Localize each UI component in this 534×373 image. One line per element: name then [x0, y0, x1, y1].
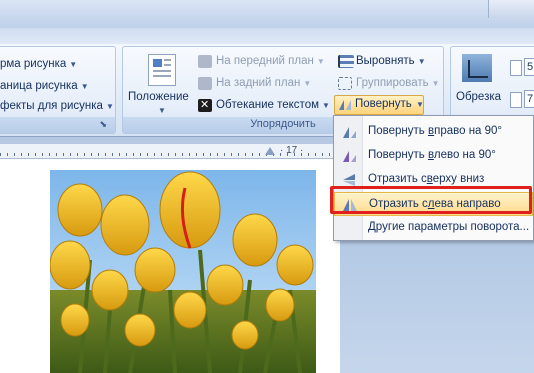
chevron-down-icon: ▼	[322, 101, 330, 110]
menu-item-label: Повернуть влево на 90°	[368, 149, 496, 161]
menu-item-label: Отразить сверху вниз	[368, 173, 485, 185]
menu-item-label: Повернуть вправо на 90°	[368, 125, 503, 137]
align-button[interactable]: Выровнять ▼	[356, 55, 426, 67]
menu-item-rotate-left[interactable]: Повернуть влево на 90°	[334, 144, 533, 168]
chevron-down-icon: ▼	[69, 60, 78, 69]
window-control[interactable]	[488, 0, 534, 18]
dialog-launcher-icon[interactable]: ⬊	[99, 117, 107, 132]
crop-button[interactable]: Обрезка	[456, 91, 501, 103]
text-wrap-button[interactable]: Обтекание текстом ▼	[216, 99, 330, 111]
width-icon	[510, 92, 522, 108]
picture-border-label: аница рисунка	[0, 80, 78, 92]
flip-vertical-icon	[341, 173, 357, 187]
chevron-down-icon: ▼	[105, 102, 114, 111]
height-icon	[510, 60, 522, 76]
bring-front-button[interactable]: На передний план ▼	[216, 55, 325, 67]
menu-item-more-rotation-options[interactable]: Другие параметры поворота...	[334, 216, 533, 240]
position-button[interactable]: Положение	[128, 91, 189, 103]
chevron-down-icon: ▼	[303, 79, 312, 88]
send-back-label: На задний план	[216, 77, 301, 89]
title-bar	[0, 0, 534, 28]
width-input[interactable]: 7	[524, 90, 534, 108]
height-input[interactable]: 5	[524, 58, 534, 76]
rotate-right-icon	[341, 125, 357, 139]
picture-shape-button[interactable]: рма рисунка ▼	[0, 58, 77, 70]
group-icon	[338, 77, 352, 90]
picture-shape-label: рма рисунка	[0, 58, 67, 70]
bring-front-label: На передний план	[216, 55, 314, 67]
rotate-icon	[338, 98, 352, 111]
ruler-indent-marker[interactable]	[265, 147, 275, 155]
crop-icon	[462, 54, 492, 82]
text-wrap-label: Обтекание текстом	[216, 99, 319, 111]
chevron-down-icon: ▼	[431, 79, 440, 88]
group-button[interactable]: Группировать ▼	[356, 77, 440, 89]
menu-item-rotate-right[interactable]: Повернуть вправо на 90°	[334, 120, 533, 144]
rotate-label: Повернуть	[355, 98, 412, 110]
picture-effects-label: фекты для рисунка	[0, 100, 103, 112]
chevron-down-icon: ▼	[80, 82, 89, 91]
rotate-left-icon	[341, 149, 357, 163]
ruler-number: · 17 ·	[280, 145, 304, 156]
tulip-picture[interactable]	[50, 170, 316, 373]
chevron-down-icon: ▼	[417, 57, 426, 66]
menu-item-label: Другие параметры поворота...	[368, 221, 530, 233]
send-back-icon	[198, 77, 212, 90]
group-label: Группировать	[356, 77, 429, 89]
ribbon-tab-strip	[0, 28, 534, 44]
highlight-annotation-frame	[330, 186, 532, 214]
group-label: ⬊	[0, 117, 115, 133]
rotate-menu: Повернуть вправо на 90° Повернуть влево …	[333, 115, 534, 241]
rotate-button[interactable]: Повернуть ▼	[334, 95, 424, 115]
picture-border-button[interactable]: аница рисунка ▼	[0, 80, 89, 92]
position-icon[interactable]	[148, 54, 176, 86]
align-icon	[338, 55, 354, 68]
chevron-down-icon: ▼	[316, 57, 325, 66]
chevron-down-icon: ▼	[158, 106, 166, 115]
bring-front-icon	[198, 55, 212, 68]
text-wrap-icon: ✕	[198, 99, 212, 112]
send-back-button[interactable]: На задний план ▼	[216, 77, 311, 89]
chevron-down-icon: ▼	[416, 100, 424, 109]
align-label: Выровнять	[356, 55, 415, 67]
picture-effects-button[interactable]: фекты для рисунка ▼	[0, 100, 114, 112]
